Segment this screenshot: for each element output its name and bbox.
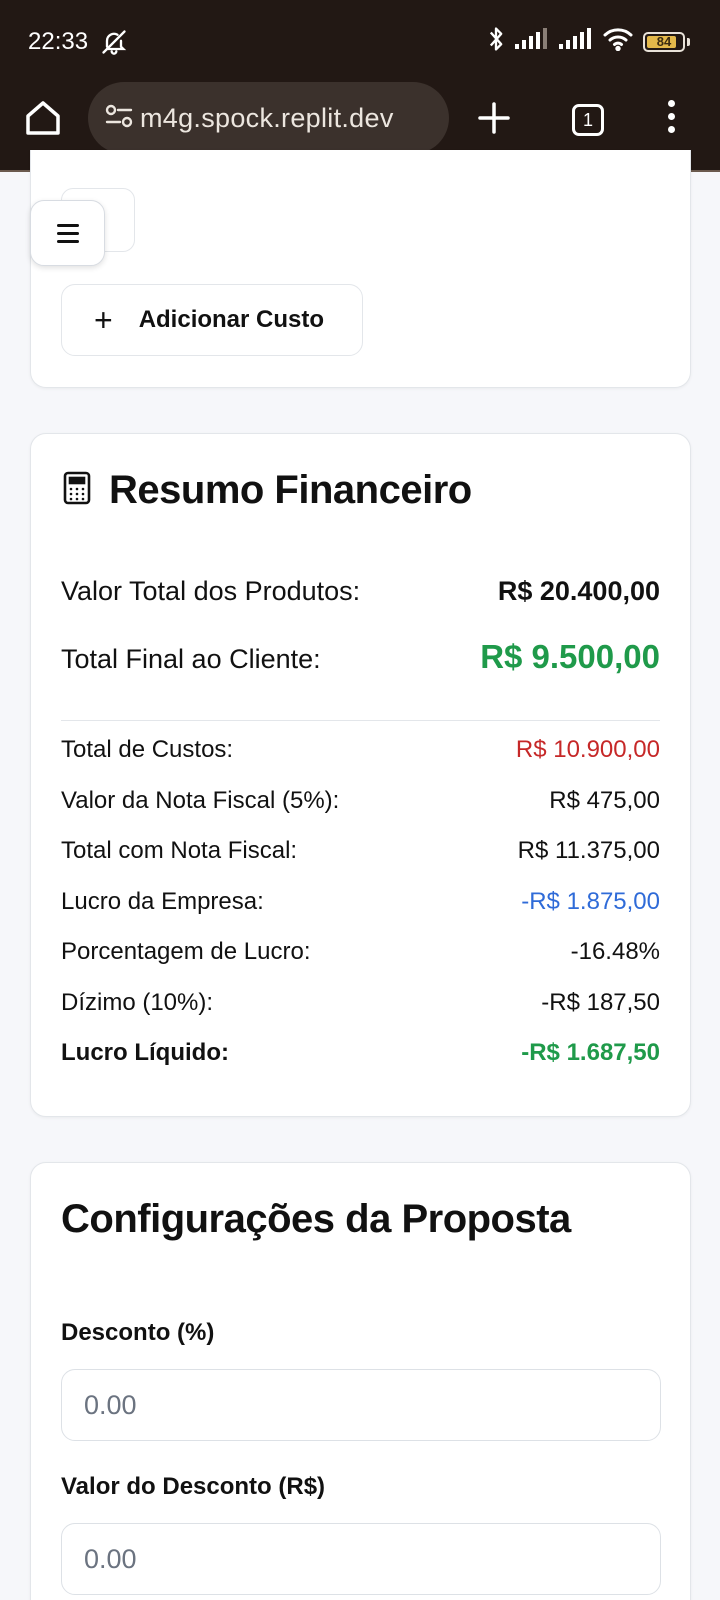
summary-title: Resumo Financeiro (109, 468, 472, 512)
battery-tip (687, 37, 690, 46)
discount-percent-input[interactable] (61, 1369, 661, 1441)
total-products-row: Valor Total dos Produtos: R$ 20.400,00 (61, 576, 660, 607)
url-text[interactable]: m4g.spock.replit.dev (140, 103, 394, 134)
signal-icon (559, 28, 593, 55)
site-settings-icon[interactable] (104, 101, 134, 136)
costs-card: + Adicionar Custo (30, 150, 691, 388)
hamburger-menu-button[interactable] (30, 200, 105, 266)
row-label: Total com Nota Fiscal: (61, 837, 298, 864)
wifi-icon (603, 27, 633, 56)
summary-row-total-invoice: Total com Nota Fiscal: R$ 11.375,00 (61, 837, 660, 865)
row-value: R$ 475,00 (549, 787, 660, 814)
summary-row-tithe: Dízimo (10%): -R$ 187,50 (61, 989, 660, 1017)
final-total-row: Total Final ao Cliente: R$ 9.500,00 (61, 638, 660, 676)
row-value: R$ 11.375,00 (517, 837, 660, 864)
row-label: Lucro Líquido: (61, 1039, 229, 1066)
bluetooth-icon (487, 26, 505, 57)
status-time: 22:33 (28, 28, 89, 55)
summary-row-profit-percent: Porcentagem de Lucro: -16.48% (61, 938, 660, 966)
final-total-label: Total Final ao Cliente: (61, 644, 321, 674)
status-icons: 84 (487, 26, 690, 57)
row-label: Total de Custos: (61, 736, 234, 763)
summary-row-company-profit: Lucro da Empresa: -R$ 1.875,00 (61, 888, 660, 916)
row-label: Valor da Nota Fiscal (5%): (61, 787, 340, 814)
row-value: -16.48% (570, 938, 660, 965)
total-products-value: R$ 20.400,00 (497, 576, 660, 606)
new-tab-button[interactable] (478, 102, 510, 139)
bell-off-icon (100, 28, 128, 61)
row-label: Porcentagem de Lucro: (61, 938, 311, 965)
more-vert-icon[interactable] (668, 100, 675, 139)
row-value: -R$ 1.687,50 (521, 1039, 660, 1066)
plus-icon: + (94, 302, 113, 338)
row-value: -R$ 187,50 (541, 989, 660, 1016)
add-cost-button[interactable]: + Adicionar Custo (61, 284, 363, 356)
divider (61, 720, 660, 721)
row-label: Dízimo (10%): (61, 989, 214, 1016)
signal-icon (515, 28, 549, 55)
battery-percent: 84 (656, 34, 672, 49)
row-value: R$ 10.900,00 (515, 736, 660, 763)
row-value: -R$ 1.875,00 (521, 888, 660, 915)
financial-summary-card: Resumo Financeiro Valor Total dos Produt… (30, 433, 691, 1117)
summary-header: Resumo Financeiro (63, 468, 472, 513)
discount-percent-label: Desconto (%) (61, 1319, 215, 1346)
row-label: Lucro da Empresa: (61, 888, 264, 915)
calculator-icon (63, 471, 91, 510)
config-title: Configurações da Proposta (61, 1197, 571, 1241)
home-button[interactable] (24, 100, 62, 141)
total-products-label: Valor Total dos Produtos: (61, 576, 361, 606)
tab-switcher-button[interactable]: 1 (572, 104, 604, 136)
summary-row-net-profit: Lucro Líquido: -R$ 1.687,50 (61, 1039, 660, 1067)
discount-value-label: Valor do Desconto (R$) (61, 1473, 326, 1500)
battery-icon: 84 (643, 31, 685, 52)
final-total-value: R$ 9.500,00 (480, 638, 660, 675)
add-cost-label: Adicionar Custo (138, 306, 325, 333)
address-bar[interactable]: m4g.spock.replit.dev (88, 82, 449, 154)
proposal-config-card: Configurações da Proposta Desconto (%) V… (30, 1162, 691, 1600)
summary-row-costs: Total de Custos: R$ 10.900,00 (61, 736, 660, 764)
discount-value-input[interactable] (61, 1523, 661, 1595)
browser-chrome: 22:33 84 m4g.spock.replit.dev 1 (0, 0, 720, 172)
summary-row-invoice: Valor da Nota Fiscal (5%): R$ 475,00 (61, 787, 660, 815)
